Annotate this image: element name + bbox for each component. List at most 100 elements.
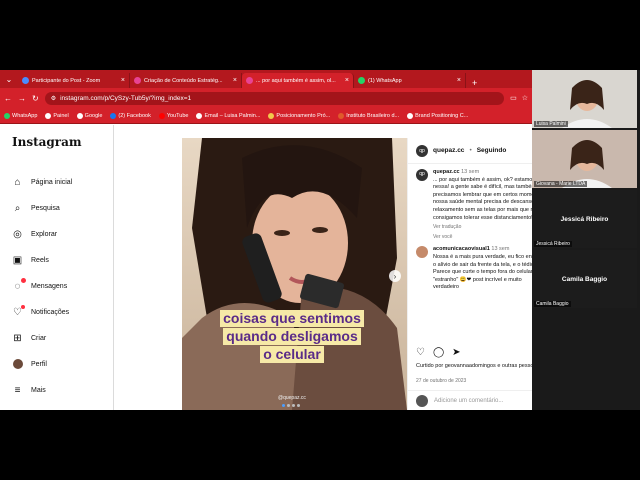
- bookmark-favicon-icon: [158, 112, 165, 119]
- nav-label: Página inicial: [31, 178, 73, 186]
- bookmark-favicon-icon: [110, 112, 117, 119]
- nav-label: Pesquisa: [31, 204, 60, 212]
- browser-tab[interactable]: Participante do Post - Zoom ×: [18, 73, 130, 88]
- bookmark-item[interactable]: Brand Positioning C...: [407, 112, 469, 119]
- ig-sidebar: Instagram ⌂ Página inicial ⌕ Pesquisa ◎ Explo…: [0, 125, 114, 410]
- participant-name: Jessicá Ribeiro: [534, 241, 572, 247]
- menu-icon: ≡: [14, 384, 21, 396]
- next-image-icon[interactable]: ›: [389, 270, 401, 282]
- participant-tile[interactable]: Camila Baggio Camila Baggio: [532, 250, 637, 308]
- post-date: 27 de outubro de 2023: [416, 378, 467, 384]
- bookmark-item[interactable]: Instituto Brasileiro d...: [338, 112, 400, 119]
- add-comment-input[interactable]: Adicione um comentário...: [434, 398, 539, 404]
- tab-favicon-icon: [358, 77, 365, 84]
- home-icon: ⌂: [14, 176, 21, 188]
- nav-item-pesquisa[interactable]: ⌕ Pesquisa: [12, 195, 113, 221]
- bookmark-item[interactable]: (2) Facebook: [110, 112, 151, 119]
- bookmark-label: YouTube: [166, 112, 189, 119]
- nav-item-criar[interactable]: ⊞ Criar: [12, 325, 113, 351]
- post-image[interactable]: [182, 138, 407, 410]
- browser-tab[interactable]: (1) WhatsApp ×: [354, 73, 466, 88]
- participant-name-center: Jessicá Ribeiro: [560, 215, 609, 223]
- post-photo: [182, 138, 407, 410]
- bookmark-item[interactable]: Google: [76, 112, 102, 119]
- instagram-page: Instagram ⌂ Página inicial ⌕ Pesquisa ◎ Explo…: [0, 125, 561, 410]
- participant-name: Camila Baggio: [534, 301, 571, 307]
- bookmark-item[interactable]: YouTube: [158, 112, 189, 119]
- account-name[interactable]: quepaz.cc: [433, 147, 464, 154]
- carousel-dots: [282, 404, 300, 407]
- bookmark-label: Instituto Brasileiro d...: [346, 112, 400, 119]
- caption-line: o celular: [260, 346, 324, 363]
- close-tab-icon[interactable]: ×: [345, 77, 349, 84]
- cast-icon[interactable]: ▭: [510, 94, 517, 102]
- caption-line: quando desligamos: [223, 328, 361, 345]
- browser-tab[interactable]: Criação de Conteúdo Estratég... ×: [130, 73, 242, 88]
- compass-icon: ◎: [13, 228, 22, 240]
- nav-item-mais[interactable]: ≡ Mais: [12, 377, 113, 403]
- address-bar[interactable]: ⚙ instagram.com/p/CySzy-Tub5y/?img_index…: [44, 91, 505, 105]
- zoom-participants-panel: Luisa Palmini Giovana - Marie LTDA Jessic…: [532, 70, 640, 410]
- bookmark-label: Brand Positioning C...: [415, 112, 469, 119]
- back-icon[interactable]: ←: [4, 94, 12, 103]
- nav-label: Reels: [31, 256, 49, 264]
- bookmark-item[interactable]: WhatsApp: [4, 112, 38, 119]
- bookmark-favicon-icon: [338, 112, 345, 119]
- follow-state[interactable]: Seguindo: [477, 147, 507, 154]
- reply-author[interactable]: acomunicacaovisual1: [433, 246, 490, 252]
- tab-title: (1) WhatsApp: [368, 77, 402, 84]
- tab-favicon-icon: [134, 77, 141, 84]
- bookmark-favicon-icon: [196, 112, 203, 119]
- reload-icon[interactable]: ↻: [32, 94, 39, 103]
- nav-item-reels[interactable]: ▣ Reels: [12, 247, 113, 273]
- nav-label: Notificações: [31, 308, 70, 316]
- reply-avatar[interactable]: [416, 246, 428, 259]
- nav-item-perfil[interactable]: Perfil: [12, 351, 113, 377]
- instagram-logo[interactable]: Instagram: [12, 135, 113, 149]
- participant-tile[interactable]: Luisa Palmini: [532, 70, 637, 128]
- nav-item-notifica-es[interactable]: ♡ Notificações: [12, 299, 113, 325]
- share-icon[interactable]: ➤: [452, 347, 460, 358]
- create-icon: ⊞: [13, 332, 22, 344]
- search-icon: ⌕: [14, 202, 21, 214]
- messenger-icon: ◌: [12, 277, 26, 292]
- carousel-dot: [292, 404, 295, 407]
- browser-tab[interactable]: ... por aqui também é assim, ol... ×: [242, 73, 354, 88]
- post-caption-overlay: coisas que sentimos quando desligamos o ce…: [207, 310, 377, 364]
- bookmark-item[interactable]: Email – Luisa Palmin...: [196, 112, 261, 119]
- participant-tile[interactable]: Giovana - Marie LTDA: [532, 130, 637, 188]
- carousel-dot: [282, 404, 285, 407]
- close-tab-icon[interactable]: ×: [121, 77, 125, 84]
- account-avatar[interactable]: qp: [416, 144, 428, 157]
- bookmark-favicon-icon: [45, 112, 52, 119]
- bookmark-label: Email – Luisa Palmin...: [204, 112, 261, 119]
- nav-label: Mensagens: [31, 282, 68, 290]
- comment-author[interactable]: quepaz.cc: [433, 169, 460, 175]
- forward-icon[interactable]: →: [18, 94, 26, 103]
- account-avatar[interactable]: qp: [416, 169, 428, 181]
- close-tab-icon[interactable]: ×: [233, 77, 237, 84]
- bookmark-item[interactable]: Posicionamento Pró...: [268, 112, 331, 119]
- bookmark-label: WhatsApp: [12, 112, 38, 119]
- nav-item-p-gina-inicial[interactable]: ⌂ Página inicial: [12, 169, 113, 195]
- bookmark-label: Posicionamento Pró...: [276, 112, 331, 119]
- nav-item-explorar[interactable]: ◎ Explorar: [12, 221, 113, 247]
- nav-item-mensagens[interactable]: ◌ Mensagens: [12, 273, 113, 299]
- nav-label: Perfil: [31, 360, 47, 368]
- close-tab-icon[interactable]: ×: [457, 77, 461, 84]
- tab-bar: ⌄ Participante do Post - Zoom × Criação …: [0, 70, 532, 88]
- bookmark-star-icon[interactable]: ☆: [522, 94, 528, 102]
- participant-tile[interactable]: Jessicá Ribeiro Jessicá Ribeiro: [532, 190, 637, 248]
- screen: ⌄ Participante do Post - Zoom × Criação …: [0, 70, 640, 410]
- tab-search-icon[interactable]: ⌄: [0, 70, 18, 88]
- participant-video: [532, 70, 637, 128]
- new-tab-button[interactable]: +: [466, 78, 483, 88]
- url-text: instagram.com/p/CySzy-Tub5y/?img_index=1: [60, 94, 192, 102]
- nav-label: Criar: [31, 334, 47, 342]
- like-icon[interactable]: ♡: [416, 347, 425, 358]
- bookmark-item[interactable]: Painel: [45, 112, 69, 119]
- participant-video: [532, 130, 637, 188]
- comment-icon[interactable]: ◯: [433, 347, 444, 358]
- site-info-icon[interactable]: ⚙: [51, 95, 56, 102]
- reels-icon: ▣: [12, 254, 23, 266]
